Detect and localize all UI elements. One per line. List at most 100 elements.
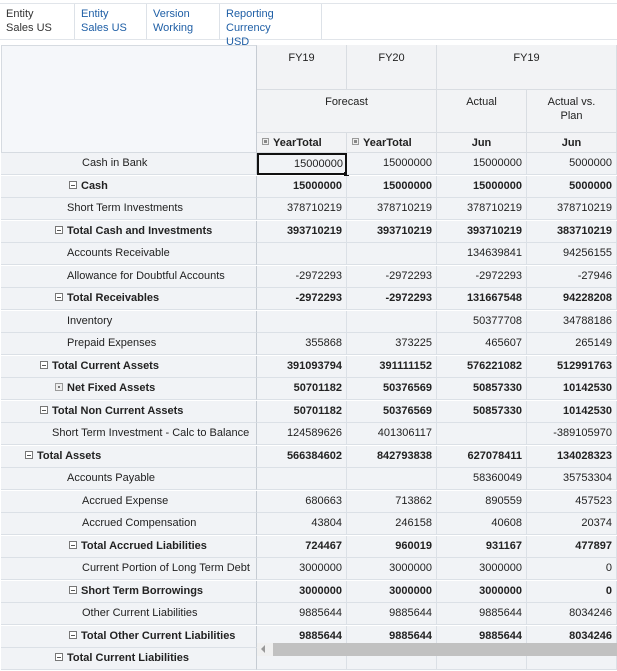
data-cell[interactable] bbox=[347, 243, 437, 265]
collapse-icon[interactable] bbox=[69, 180, 77, 189]
data-cell[interactable]: 0 bbox=[527, 558, 617, 580]
data-cell[interactable]: 378710219 bbox=[347, 198, 437, 220]
data-cell[interactable]: 378710219 bbox=[257, 198, 347, 220]
pov-entity-selector[interactable]: Entity Sales US bbox=[75, 4, 147, 39]
data-cell[interactable]: 94256155 bbox=[527, 243, 617, 265]
data-cell[interactable]: 15000000 bbox=[437, 153, 527, 175]
data-cell[interactable]: -2972293 bbox=[257, 265, 347, 288]
data-cell[interactable]: 383710219 bbox=[527, 220, 617, 243]
data-cell[interactable]: 477897 bbox=[527, 535, 617, 558]
data-cell[interactable] bbox=[347, 310, 437, 333]
data-cell[interactable]: -2972293 bbox=[437, 265, 527, 288]
data-cell[interactable]: -2972293 bbox=[347, 288, 437, 310]
collapse-icon[interactable] bbox=[69, 585, 77, 594]
data-cell[interactable]: 0 bbox=[527, 580, 617, 603]
data-cell[interactable]: 50857330 bbox=[437, 378, 527, 400]
data-cell[interactable]: 50701182 bbox=[257, 400, 347, 423]
data-cell[interactable]: 131667548 bbox=[437, 288, 527, 310]
data-cell[interactable]: 9885644 bbox=[257, 603, 347, 625]
scroll-left-icon[interactable] bbox=[261, 645, 265, 653]
pov-currency-selector[interactable]: Reporting Currency USD bbox=[220, 4, 322, 48]
data-cell[interactable]: 10142530 bbox=[527, 400, 617, 423]
data-cell[interactable]: 391111152 bbox=[347, 355, 437, 378]
data-cell[interactable] bbox=[347, 468, 437, 490]
collapse-icon[interactable] bbox=[69, 630, 77, 639]
data-cell[interactable]: 393710219 bbox=[347, 220, 437, 243]
row-label[interactable]: Cash bbox=[1, 175, 257, 198]
row-label[interactable]: Total Accrued Liabilities bbox=[1, 535, 257, 558]
data-cell[interactable] bbox=[257, 468, 347, 490]
expand-icon[interactable] bbox=[352, 138, 359, 145]
collapse-icon[interactable] bbox=[40, 360, 48, 369]
data-cell[interactable]: 10142530 bbox=[527, 378, 617, 400]
collapse-icon[interactable] bbox=[69, 540, 77, 549]
collapse-icon[interactable] bbox=[40, 405, 48, 414]
data-cell[interactable]: 50377708 bbox=[437, 310, 527, 333]
data-cell[interactable]: 15000000 bbox=[347, 153, 437, 175]
collapse-icon[interactable] bbox=[55, 653, 63, 661]
data-cell[interactable]: -27946 bbox=[527, 265, 617, 288]
data-cell[interactable]: 3000000 bbox=[437, 558, 527, 580]
data-cell[interactable]: -2972293 bbox=[347, 265, 437, 288]
expand-icon[interactable] bbox=[55, 383, 63, 391]
data-cell[interactable]: 3000000 bbox=[437, 580, 527, 603]
expand-icon[interactable] bbox=[262, 138, 269, 145]
data-cell[interactable]: 393710219 bbox=[257, 220, 347, 243]
data-cell[interactable]: 9885644 bbox=[347, 603, 437, 625]
data-cell[interactable]: 50701182 bbox=[257, 378, 347, 400]
data-cell[interactable]: 931167 bbox=[437, 535, 527, 558]
data-cell[interactable]: 15000000 bbox=[437, 175, 527, 198]
data-cell[interactable]: 627078411 bbox=[437, 445, 527, 468]
data-cell[interactable]: 5000000 bbox=[527, 153, 617, 175]
collapse-icon[interactable] bbox=[55, 225, 63, 234]
col-header-period[interactable]: YearTotal bbox=[347, 133, 437, 153]
data-cell[interactable]: 373225 bbox=[347, 333, 437, 355]
collapse-icon[interactable] bbox=[55, 293, 63, 301]
data-cell[interactable]: 94228208 bbox=[527, 288, 617, 310]
pov-entity[interactable]: Entity Sales US bbox=[0, 4, 75, 39]
data-cell[interactable]: 246158 bbox=[347, 513, 437, 535]
data-cell[interactable] bbox=[257, 243, 347, 265]
data-cell[interactable]: 3000000 bbox=[257, 580, 347, 603]
row-label[interactable]: Total Cash and Investments bbox=[1, 220, 257, 243]
data-cell[interactable]: 50376569 bbox=[347, 400, 437, 423]
data-cell[interactable]: 576221082 bbox=[437, 355, 527, 378]
col-header-period[interactable]: YearTotal bbox=[257, 133, 347, 153]
data-cell[interactable] bbox=[257, 310, 347, 333]
horizontal-scrollbar[interactable] bbox=[257, 643, 617, 656]
row-label[interactable]: Total Other Current Liabilities bbox=[1, 625, 257, 648]
data-cell[interactable]: 355868 bbox=[257, 333, 347, 355]
data-cell[interactable]: 9885644 bbox=[437, 603, 527, 625]
data-cell[interactable]: 401306117 bbox=[347, 423, 437, 445]
data-cell[interactable]: 15000000 bbox=[347, 175, 437, 198]
data-cell[interactable]: 3000000 bbox=[347, 580, 437, 603]
row-label[interactable]: Net Fixed Assets bbox=[1, 378, 257, 400]
data-cell[interactable]: 3000000 bbox=[347, 558, 437, 580]
data-cell[interactable]: 43804 bbox=[257, 513, 347, 535]
data-cell[interactable]: 3000000 bbox=[257, 558, 347, 580]
data-cell[interactable]: 58360049 bbox=[437, 468, 527, 490]
data-cell[interactable]: 512991763 bbox=[527, 355, 617, 378]
data-cell[interactable]: 265149 bbox=[527, 333, 617, 355]
data-cell[interactable]: 890559 bbox=[437, 490, 527, 513]
data-cell[interactable]: 34788186 bbox=[527, 310, 617, 333]
row-label[interactable]: Total Assets bbox=[1, 445, 257, 468]
data-cell[interactable]: 393710219 bbox=[437, 220, 527, 243]
row-label[interactable]: Total Receivables bbox=[1, 288, 257, 310]
data-cell[interactable]: 457523 bbox=[527, 490, 617, 513]
data-cell[interactable]: 680663 bbox=[257, 490, 347, 513]
data-cell[interactable]: 5000000 bbox=[527, 175, 617, 198]
data-cell[interactable]: 465607 bbox=[437, 333, 527, 355]
data-cell[interactable]: 391093794 bbox=[257, 355, 347, 378]
data-cell[interactable]: -389105970 bbox=[527, 423, 617, 445]
data-cell[interactable]: 50376569 bbox=[347, 378, 437, 400]
data-cell[interactable]: 378710219 bbox=[437, 198, 527, 220]
data-cell-selected[interactable]: 15000000 bbox=[257, 153, 349, 177]
data-cell[interactable]: 724467 bbox=[257, 535, 347, 558]
scrollbar-thumb[interactable] bbox=[273, 643, 617, 656]
data-cell[interactable]: 134028323 bbox=[527, 445, 617, 468]
data-cell[interactable]: 713862 bbox=[347, 490, 437, 513]
data-cell[interactable]: 40608 bbox=[437, 513, 527, 535]
data-cell[interactable]: 378710219 bbox=[527, 198, 617, 220]
data-cell[interactable]: 35753304 bbox=[527, 468, 617, 490]
